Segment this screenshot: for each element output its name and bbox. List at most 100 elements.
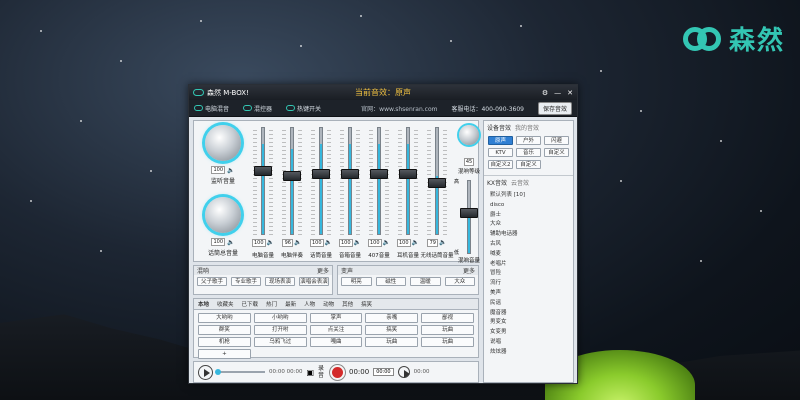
reverb-preset-button[interactable]: 父子歌手 [197, 277, 227, 286]
voice-change-button[interactable]: 温暖 [410, 277, 441, 286]
reverb-preset-button[interactable]: 专业歌手 [231, 277, 261, 286]
kx-effect-item[interactable]: 大众 [490, 220, 567, 230]
playback-progress[interactable] [215, 369, 265, 375]
save-effect-button[interactable]: 保存音效 [537, 101, 572, 115]
effect-category-tab[interactable]: 最新 [285, 300, 296, 308]
kx-effect-item[interactable]: 流行 [490, 279, 567, 289]
channel-slider-thumb[interactable] [254, 166, 272, 177]
environment-preset-button[interactable]: 自定义 [516, 160, 541, 169]
effect-category-tab[interactable]: 已下载 [242, 300, 259, 308]
channel-slider-thumb[interactable] [341, 169, 359, 180]
kx-effects-tab[interactable]: KX音效 [487, 178, 507, 187]
sound-effect-button[interactable]: 乌鸦飞过 [253, 337, 307, 347]
channel-slider[interactable] [261, 127, 265, 235]
environment-preset-button[interactable]: 户外 [516, 136, 541, 145]
sound-effect-button[interactable]: 搞笑 [365, 325, 419, 335]
mic-master-volume-knob[interactable] [205, 197, 241, 233]
voice-change-button[interactable]: 明亮 [341, 277, 372, 286]
kx-effect-item[interactable]: 默认列表 [10] [490, 191, 567, 201]
channel-value[interactable]: 96 [282, 239, 294, 247]
kx-effect-item[interactable]: 魔音器 [490, 309, 567, 319]
kx-effect-item[interactable]: 爵士 [490, 211, 567, 221]
play-button[interactable] [198, 364, 213, 380]
sound-effect-button[interactable]: 嘎曲 [309, 337, 363, 347]
speaker-icon[interactable]: 🔈 [354, 239, 361, 247]
environment-preset-button[interactable]: 原声 [488, 136, 513, 145]
channel-slider[interactable] [377, 127, 381, 235]
channel-slider-thumb[interactable] [428, 177, 446, 188]
channel-slider-thumb[interactable] [312, 169, 330, 180]
speaker-icon[interactable]: 🔈 [294, 239, 301, 247]
channel-slider-thumb[interactable] [399, 169, 417, 180]
sound-effect-button[interactable]: 玩曲 [365, 337, 419, 347]
reverb-preset-button[interactable]: 现场表演 [265, 277, 295, 286]
kx-effect-item[interactable]: 辅助电话器 [490, 230, 567, 240]
kx-effect-item[interactable]: 民谣 [490, 299, 567, 309]
sound-effect-button[interactable]: 亲嘴 [365, 313, 419, 323]
toggle-hotkey[interactable]: 热键开关 [286, 104, 321, 113]
effect-category-tab[interactable]: 搞笑 [361, 300, 372, 308]
kx-effect-item[interactable]: 女变男 [490, 328, 567, 338]
voice-change-more[interactable]: 更多 [463, 266, 475, 275]
toggle-pc-mix[interactable]: 电脑混音 [194, 104, 229, 113]
kx-effect-item[interactable]: 炫炫器 [490, 348, 567, 358]
effect-category-tab[interactable]: 本地 [198, 300, 209, 308]
reverb-presets-more[interactable]: 更多 [317, 266, 329, 275]
monitor-volume-value[interactable]: 100 [211, 166, 226, 174]
environment-preset-button[interactable]: 音乐 [516, 148, 541, 157]
sound-effect-button[interactable]: 掌声 [309, 313, 363, 323]
sound-effect-button[interactable]: 打开咐 [253, 325, 307, 335]
speaker-icon[interactable]: 🔈 [227, 167, 234, 174]
speaker-icon[interactable]: 🔈 [325, 239, 332, 247]
kx-effect-item[interactable]: 喊麦 [490, 250, 567, 260]
speaker-icon[interactable]: 🔈 [439, 239, 446, 247]
website-link[interactable]: 官网：www.shsenran.com [361, 104, 437, 113]
toggle-mixer[interactable]: 混控器 [243, 104, 272, 113]
channel-slider[interactable] [319, 127, 323, 235]
mic-master-volume-value[interactable]: 100 [211, 238, 226, 246]
my-effects-tab[interactable]: 我的音效 [515, 123, 539, 132]
speaker-icon[interactable]: 🔈 [412, 239, 419, 247]
effect-category-tab[interactable]: 动物 [323, 300, 334, 308]
effect-category-tab[interactable]: 收藏夹 [217, 300, 234, 308]
speaker-icon[interactable]: 🔈 [383, 239, 390, 247]
sound-effect-button[interactable]: 小哟哟 [253, 313, 307, 323]
environment-preset-button[interactable]: 闪避 [544, 136, 569, 145]
channel-value[interactable]: 100 [367, 239, 382, 247]
kx-effect-item[interactable]: 男变女 [490, 318, 567, 328]
reverb-level-value[interactable]: 45 [463, 158, 475, 166]
record-duration-box[interactable]: 00:00 [373, 368, 394, 376]
device-effects-tab[interactable]: 设备音效 [487, 123, 511, 132]
sound-effect-button[interactable]: 鄙视 [421, 313, 474, 323]
monitor-volume-knob[interactable] [205, 125, 241, 161]
sound-effect-button[interactable]: 玩曲 [421, 325, 474, 335]
sound-effect-button[interactable]: 机枪 [198, 337, 251, 347]
kx-effect-item[interactable]: 古风 [490, 240, 567, 250]
kx-effect-item[interactable]: 冒险 [490, 269, 567, 279]
speaker-icon[interactable]: 🔈 [227, 239, 234, 246]
environment-preset-button[interactable]: 自定义2 [488, 160, 513, 169]
sound-effect-button[interactable]: 群笑 [198, 325, 251, 335]
effect-category-tab[interactable]: 人物 [304, 300, 315, 308]
kx-effect-item[interactable]: 说唱 [490, 338, 567, 348]
channel-value[interactable]: 100 [396, 239, 411, 247]
reverb-preset-button[interactable]: 演唱会表演 [299, 277, 329, 286]
effect-category-tab[interactable]: 其他 [342, 300, 353, 308]
sound-effect-button[interactable]: 大哟哟 [198, 313, 251, 323]
channel-value[interactable]: 100 [309, 239, 324, 247]
channel-slider-thumb[interactable] [370, 169, 388, 180]
reverb-level-knob[interactable] [459, 125, 479, 145]
close-button[interactable]: ✕ [567, 89, 573, 97]
effect-category-tab[interactable]: 热门 [266, 300, 277, 308]
record-button[interactable] [330, 364, 346, 380]
channel-slider[interactable] [406, 127, 410, 235]
minimize-button[interactable]: — [554, 89, 561, 97]
channel-slider-thumb[interactable] [283, 171, 301, 182]
folder-icon[interactable]: ▣ [306, 368, 314, 377]
channel-slider[interactable] [348, 127, 352, 235]
reverb-volume-thumb[interactable] [460, 208, 478, 218]
sound-effect-button[interactable]: + [198, 349, 251, 359]
kx-effect-item[interactable]: 美声 [490, 289, 567, 299]
sound-effect-button[interactable]: 玩曲 [421, 337, 474, 347]
cloud-effects-tab[interactable]: 云音效 [511, 178, 529, 187]
